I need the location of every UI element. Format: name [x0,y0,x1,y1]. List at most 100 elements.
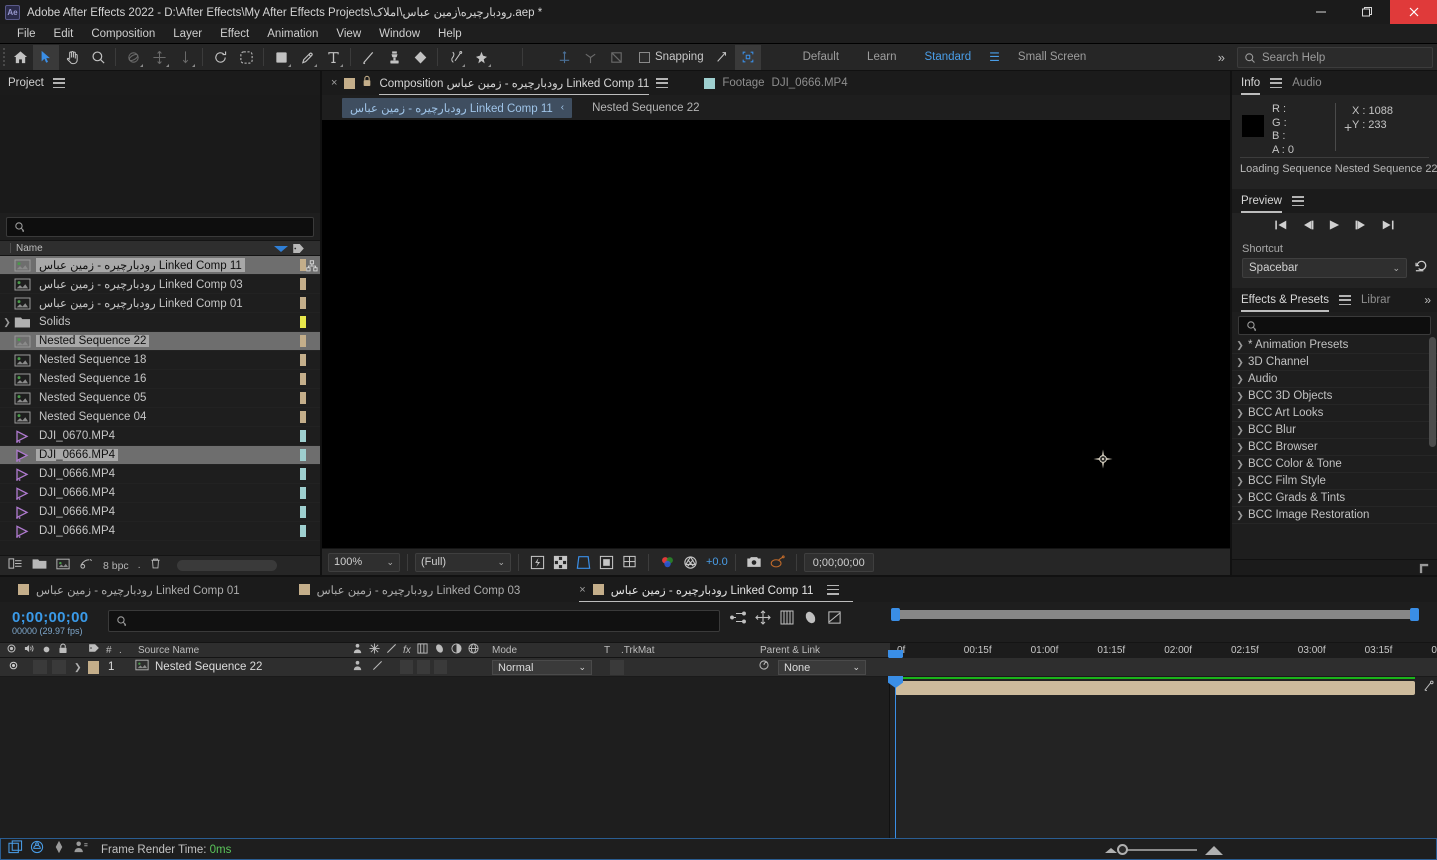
chevron-right-icon[interactable]: ❯ [1232,391,1248,402]
enable-frame-blending-icon[interactable] [755,610,771,630]
tab-info[interactable]: Info [1241,77,1261,95]
selection-tool-icon[interactable] [33,44,59,70]
project-item-10[interactable]: DJI_0666.MP4 [0,446,320,465]
frame-blending-header-icon[interactable] [417,641,428,659]
label-color-swatch[interactable] [300,525,306,537]
breadcrumb-active-comp[interactable]: رودبارچیره - زمین عباس Linked Comp 11 ‹ [342,97,573,118]
clone-stamp-tool-icon[interactable] [381,45,407,70]
project-item-14[interactable]: DJI_0666.MP4 [0,522,320,541]
layer-disclosure-icon[interactable]: ❯ [74,662,82,673]
footage-tab-name[interactable]: DJI_0666.MP4 [772,77,848,89]
graph-editor-icon[interactable] [803,610,818,630]
effects-header-icon[interactable]: fx [403,645,411,656]
next-frame-icon[interactable] [1354,218,1368,236]
label-color-swatch[interactable] [300,449,306,461]
comp-timecode-field[interactable]: 0;00;00;00 [803,552,874,572]
composition-mini-flowchart-icon[interactable] [730,610,746,630]
effects-more-icon[interactable]: » [1424,293,1431,307]
play-icon[interactable] [1328,218,1341,236]
tab-effects-presets[interactable]: Effects & Presets [1241,294,1329,312]
sort-descending-icon[interactable] [274,246,288,252]
zoom-level-dropdown[interactable]: 100% ⌄ [328,552,400,572]
project-item-3[interactable]: ❯ Solids [0,313,320,332]
project-menu-icon[interactable] [52,78,65,88]
project-item-6[interactable]: Nested Sequence 16 [0,370,320,389]
channel-picker-icon[interactable] [656,552,679,573]
maximize-button[interactable] [1344,0,1390,24]
timeline-layer-options-icon[interactable] [1423,679,1435,697]
minimize-button[interactable] [1298,0,1344,24]
pen-tool-icon[interactable] [294,45,320,70]
timeline-tab-close-icon[interactable]: × [579,584,585,596]
collapse-transformations-icon[interactable] [369,641,380,659]
workspace-menu-icon[interactable]: ☰ [985,50,1004,64]
label-color-swatch[interactable] [300,411,306,423]
menu-file[interactable]: File [8,24,45,44]
menu-help[interactable]: Help [429,24,471,44]
effect-category-4[interactable]: ❯ BCC Art Looks [1232,405,1437,422]
chevron-right-icon[interactable]: ❯ [1232,476,1248,487]
footage-tab-label[interactable]: Footage [722,77,764,89]
layer-trkmat-cell[interactable] [610,659,624,675]
hand-tool-icon[interactable] [59,45,85,70]
menu-edit[interactable]: Edit [45,24,83,44]
label-color-swatch[interactable] [300,487,306,499]
chevron-right-icon[interactable]: ❯ [1232,442,1248,453]
timeline-tab-comp-03[interactable]: رودبارچیره - زمین عباس Linked Comp 03 [298,583,535,597]
first-frame-icon[interactable] [1274,218,1288,236]
rotation-tool-icon[interactable] [207,45,233,70]
roto-brush-tool-icon[interactable] [233,45,259,70]
timeline-menu-icon[interactable] [827,584,840,595]
effects-search-input[interactable] [1238,316,1431,335]
show-snapshot-icon[interactable] [766,552,789,573]
project-search-input[interactable] [6,217,314,237]
new-composition-icon[interactable] [56,557,70,575]
effects-scrollbar[interactable] [1429,337,1436,447]
chevron-right-icon[interactable]: ❯ [1232,459,1248,470]
column-name-label[interactable]: Name [16,243,43,254]
eraser-tool-icon[interactable] [407,45,433,70]
zoom-out-icon[interactable] [1104,847,1117,853]
chevron-right-icon[interactable]: ❯ [1232,425,1248,436]
exposure-value[interactable]: +0.0 [706,556,728,568]
zoom-tool-icon[interactable] [85,45,111,70]
toggle-graph-editor-icon[interactable] [827,610,842,630]
effect-category-8[interactable]: ❯ BCC Film Style [1232,473,1437,490]
parent-pickwhip-icon[interactable] [758,658,770,676]
fast-preview-icon[interactable] [526,552,549,573]
playhead[interactable] [888,676,903,838]
last-frame-icon[interactable] [1381,218,1395,236]
project-item-4[interactable]: Nested Sequence 22 [0,332,320,351]
project-item-0[interactable]: رودبارچیره - زمین عباس Linked Comp 11 [0,256,320,275]
delete-icon[interactable] [149,557,162,575]
work-area-bar[interactable] [895,610,1415,619]
hide-shy-layers-icon[interactable] [30,840,45,859]
resolution-dropdown[interactable]: (Full) ⌄ [415,552,511,572]
work-area-start-handle[interactable] [891,608,900,621]
chevron-right-icon[interactable]: ❯ [1232,374,1248,385]
pan-behind-tool-icon[interactable] [146,45,172,70]
interpret-footage-icon[interactable] [8,557,23,575]
frame-blending-status-icon[interactable] [52,840,66,859]
orbit-tool-icon[interactable] [120,45,146,70]
project-item-8[interactable]: Nested Sequence 04 [0,408,320,427]
chevron-right-icon[interactable]: ❯ [1232,510,1248,521]
preview-menu-icon[interactable] [1291,196,1304,206]
effect-category-0[interactable]: ❯ * Animation Presets [1232,337,1437,354]
transparency-toggle-icon[interactable] [595,552,618,573]
toolbar-grip[interactable] [0,44,7,71]
info-menu-icon[interactable] [1270,78,1283,88]
label-color-swatch[interactable] [300,278,306,290]
3d-layer-header-icon[interactable] [468,641,479,659]
menu-window[interactable]: Window [370,24,429,44]
menu-animation[interactable]: Animation [258,24,327,44]
adjustment-layer-header-icon[interactable] [451,641,462,659]
effect-category-9[interactable]: ❯ BCC Grads & Tints [1232,490,1437,507]
work-area-end-handle[interactable] [1410,608,1419,621]
label-color-swatch[interactable] [300,468,306,480]
pin-tool-icon[interactable] [468,45,494,70]
effect-category-10[interactable]: ❯ BCC Image Restoration [1232,507,1437,524]
timeline-tab-comp-11[interactable]: × رودبارچیره - زمین عباس Linked Comp 11 [579,583,854,603]
workspace-more-icon[interactable]: » [1218,50,1225,65]
region-of-interest-icon[interactable] [572,552,595,573]
